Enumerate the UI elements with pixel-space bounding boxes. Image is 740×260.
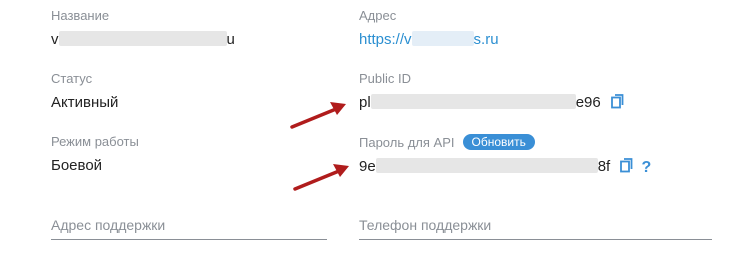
api-password-value: 9e 8f ? (359, 157, 651, 179)
field-api-password: Пароль для API Обновить 9e 8f ? (359, 134, 651, 179)
status-label: Статус (51, 71, 93, 86)
field-address: Адрес https://v s.ru (359, 8, 499, 50)
mode-label: Режим работы (51, 134, 139, 149)
redacted-block (411, 31, 474, 46)
redacted-block (370, 94, 576, 109)
question-icon[interactable]: ? (642, 158, 652, 178)
name-label: Название (51, 8, 110, 23)
field-mode: Режим работы Боевой (51, 134, 139, 176)
support-phone-field[interactable] (359, 213, 712, 240)
red-arrow-annotation (290, 102, 346, 129)
copy-icon[interactable] (610, 94, 624, 115)
status-value: Активный (51, 94, 119, 111)
api-password-label-row: Пароль для API Обновить (359, 134, 651, 151)
copy-icon[interactable] (620, 158, 633, 179)
red-arrow-annotation (293, 164, 349, 191)
name-value-suffix: u (226, 31, 235, 48)
redacted-block (375, 158, 598, 173)
address-suffix: s.ru (473, 31, 499, 48)
api-password-suffix: 8f (597, 158, 611, 175)
public-id-value: pl e96 (359, 93, 624, 115)
support-address-input[interactable] (51, 213, 327, 237)
support-phone-input[interactable] (359, 213, 712, 237)
public-id-label: Public ID (359, 71, 412, 86)
public-id-suffix: e96 (575, 94, 601, 111)
support-address-field[interactable] (51, 213, 327, 240)
api-password-label: Пароль для API (359, 135, 455, 150)
field-public-id: Public ID pl e96 (359, 71, 624, 115)
mode-value: Боевой (51, 157, 103, 174)
field-status: Статус Активный (51, 71, 118, 113)
public-id-prefix: pl (359, 94, 371, 111)
redacted-block (58, 31, 227, 46)
field-name: Название vu (51, 8, 235, 50)
name-value-prefix: v (51, 31, 59, 48)
api-password-prefix: 9e (359, 158, 376, 175)
name-value: vu (51, 30, 235, 50)
address-link[interactable]: https://v s.ru (359, 30, 499, 50)
address-label: Адрес (359, 8, 397, 23)
refresh-button[interactable]: Обновить (462, 134, 535, 150)
address-prefix: https://v (359, 31, 412, 48)
